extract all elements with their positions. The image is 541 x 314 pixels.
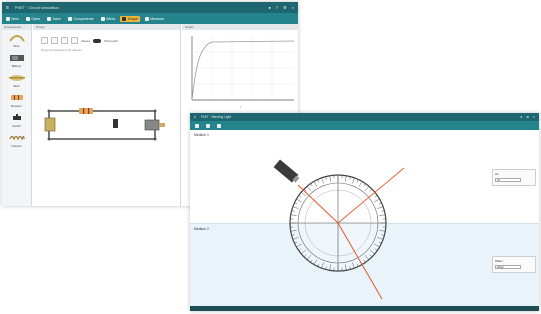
window-title: PhET · Circuit simulation (14, 5, 59, 10)
medium-2-panel-label: Water (495, 259, 503, 263)
circuit-canvas[interactable]: Circuit Values Schematic Drag components… (33, 24, 181, 206)
open-icon (25, 16, 30, 21)
close-icon[interactable]: × (292, 5, 294, 10)
optics-window: ≡ PhET · Bending Light ● ⚙ × Medium 1 Me… (190, 113, 539, 311)
sidebar-item-wire[interactable]: Wire (2, 30, 31, 50)
medium-2-select[interactable]: Water (495, 265, 521, 269)
toolbar: New Open Save Components Wires Graph Mea… (2, 13, 298, 24)
toolbar-measure-button[interactable]: Measure (143, 16, 166, 22)
optics-scene (273, 159, 405, 300)
components-icon (67, 16, 72, 21)
toolbar-save-button[interactable]: Save (45, 16, 63, 22)
save-icon (47, 16, 51, 21)
graph-curve (191, 40, 295, 101)
medium-2-panel: Water Water (492, 256, 536, 273)
battery-icon (9, 54, 24, 61)
medium-1-panel: Air Air (492, 169, 536, 186)
menu-icon[interactable]: ≡ (6, 5, 9, 11)
resistor-component (79, 108, 93, 114)
sidebar-item-battery[interactable]: Battery (2, 50, 31, 70)
circuit-wire-loop (48, 110, 156, 140)
medium-1-panel-label: Air (495, 172, 499, 176)
toolbar-open-button[interactable]: Open (24, 16, 42, 22)
inductor-icon (8, 135, 25, 141)
wires-icon (100, 16, 105, 21)
laser-pointer[interactable] (273, 159, 300, 183)
switch-icon (12, 113, 21, 120)
new-icon (6, 16, 10, 21)
bulb-icon (8, 74, 25, 81)
toolbar-new-button[interactable]: New (4, 16, 21, 22)
measure-icon (144, 16, 149, 21)
switch-component (113, 119, 118, 128)
sidebar-item-bulb[interactable]: Bulb (2, 70, 31, 90)
wire-icon (8, 34, 25, 42)
sidebar-item-resistor[interactable]: Resistor (2, 90, 31, 110)
battery-component (44, 117, 56, 132)
meter-component (144, 119, 160, 131)
toolbar-components-button[interactable]: Components (66, 16, 96, 22)
graph-xlabel: t (240, 105, 241, 109)
help-icon[interactable]: ? (276, 5, 278, 10)
sidebar-item-inductor[interactable]: Inductor (2, 130, 31, 150)
graph-icon (122, 16, 127, 21)
sidebar-item-switch[interactable]: Switch (2, 110, 31, 130)
circuit-diagram (44, 108, 165, 141)
toolbar-graph-button[interactable]: Graph (120, 15, 140, 22)
settings-icon[interactable]: ⚙ (283, 5, 287, 10)
title-bar: ≡ PhET · Circuit simulation ● ? ⚙ × (2, 2, 298, 13)
resistor-icon (10, 94, 23, 100)
component-sidebar: Components Wire Battery Bulb Resistor Sw… (2, 24, 32, 206)
user-icon[interactable]: ● (268, 5, 270, 10)
footer-bar (190, 306, 539, 311)
medium-1-select[interactable]: Air (495, 178, 521, 182)
toolbar-wires-button[interactable]: Wires (99, 16, 118, 22)
